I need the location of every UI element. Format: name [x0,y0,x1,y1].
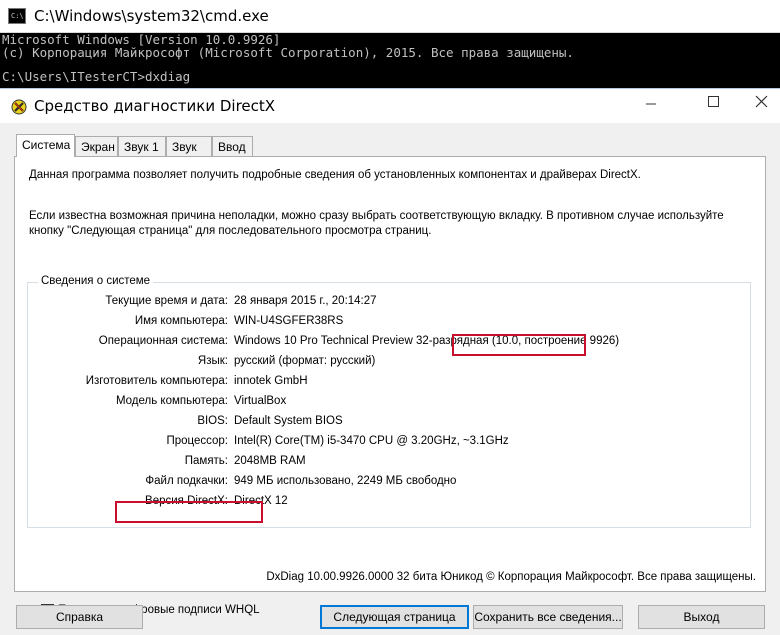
intro-text: Если известна возможная причина неполадк… [29,210,724,222]
os-version-highlight [452,334,586,356]
info-value: WIN-U4SGFER38RS [234,315,344,327]
info-value: 949 МБ использовано, 2249 МБ свободно [234,475,457,487]
info-label: Модель компьютера: [115,395,228,407]
info-value: Default System BIOS [234,415,343,427]
console-line: (c) Корпорация Майкрософт (Microsoft Cor… [2,45,574,60]
cmd-window-title: C:\Windows\system32\cmd.exe [34,7,269,25]
info-label: Файл подкачки: [145,475,228,487]
cmd-icon: C:\ [8,8,26,24]
maximize-button[interactable] [692,89,734,119]
info-row-datetime: Текущие время и дата: 28 января 2015 г.,… [28,295,752,311]
info-label: BIOS: [197,415,228,427]
maximize-icon [708,96,719,107]
info-label: Язык: [197,355,228,367]
system-tab-panel: Данная программа позволяет получить подр… [14,156,766,617]
exit-button[interactable]: Выход [638,605,765,629]
info-value: 2048MB RAM [234,455,306,467]
info-label: Имя компьютера: [134,315,228,327]
info-label: Процессор: [166,435,228,447]
info-row-memory: Память: 2048MB RAM [28,455,752,471]
info-value: VirtualBox [234,395,287,407]
info-value: 28 января 2015 г., 20:14:27 [234,295,377,307]
info-value: innotek GmbH [234,375,308,387]
info-row-language: Язык: русский (формат: русский) [28,355,752,371]
tab-sound-2[interactable]: Звук 2 [166,136,212,168]
version-footer: DxDiag 10.00.9926.0000 32 бита Юникод © … [266,571,756,583]
system-info-group: Сведения о системе Текущие время и дата:… [27,275,752,528]
dxdiag-window-title: Средство диагностики DirectX [34,97,276,115]
directx-version-highlight [115,501,263,523]
minimize-icon [646,103,656,105]
minimize-button[interactable] [630,89,672,119]
console-prompt-line: C:\Users\ITesterCT>dxdiag [2,69,191,84]
dxdiag-titlebar[interactable]: Средство диагностики DirectX [0,89,780,123]
help-button[interactable]: Справка [16,605,143,629]
intro-text: Данная программа позволяет получить подр… [29,169,641,181]
info-value: русский (формат: русский) [234,355,376,367]
info-row-model: Модель компьютера: VirtualBox [28,395,752,411]
console-output[interactable]: Microsoft Windows [Version 10.0.9926] (c… [0,33,780,88]
tab-display[interactable]: Экран [75,136,118,156]
info-row-processor: Процессор: Intel(R) Core(TM) i5-3470 CPU… [28,435,752,451]
cmd-titlebar: C:\ C:\Windows\system32\cmd.exe [0,0,780,33]
info-row-manufacturer: Изготовитель компьютера: innotek GmbH [28,375,752,391]
close-icon [755,95,768,108]
tab-input[interactable]: Ввод [212,136,253,156]
group-title: Сведения о системе [38,275,154,287]
close-button[interactable] [745,89,780,119]
tab-sound-1[interactable]: Звук 1 [118,136,166,156]
info-label: Изготовитель компьютера: [85,375,228,387]
save-all-info-button[interactable]: Сохранить все сведения... [473,605,623,629]
tab-system[interactable]: Система [16,134,75,157]
info-label: Операционная система: [98,335,228,347]
info-row-os: Операционная система: Windows 10 Pro Tec… [28,335,752,351]
info-value: Intel(R) Core(TM) i5-3470 CPU @ 3.20GHz,… [234,435,509,447]
directx-icon [11,99,27,115]
next-page-button[interactable]: Следующая страница [320,605,469,629]
cmd-icon-text: C:\ [11,12,24,20]
info-row-page-file: Файл подкачки: 949 МБ использовано, 2249… [28,475,752,491]
info-row-computer-name: Имя компьютера: WIN-U4SGFER38RS [28,315,752,331]
info-label: Память: [184,455,228,467]
intro-text: кнопку "Следующая страница" для последов… [29,225,432,237]
dxdiag-window: Средство диагностики DirectX Система Экр… [0,88,780,635]
info-label: Текущие время и дата: [105,295,228,307]
info-row-bios: BIOS: Default System BIOS [28,415,752,431]
